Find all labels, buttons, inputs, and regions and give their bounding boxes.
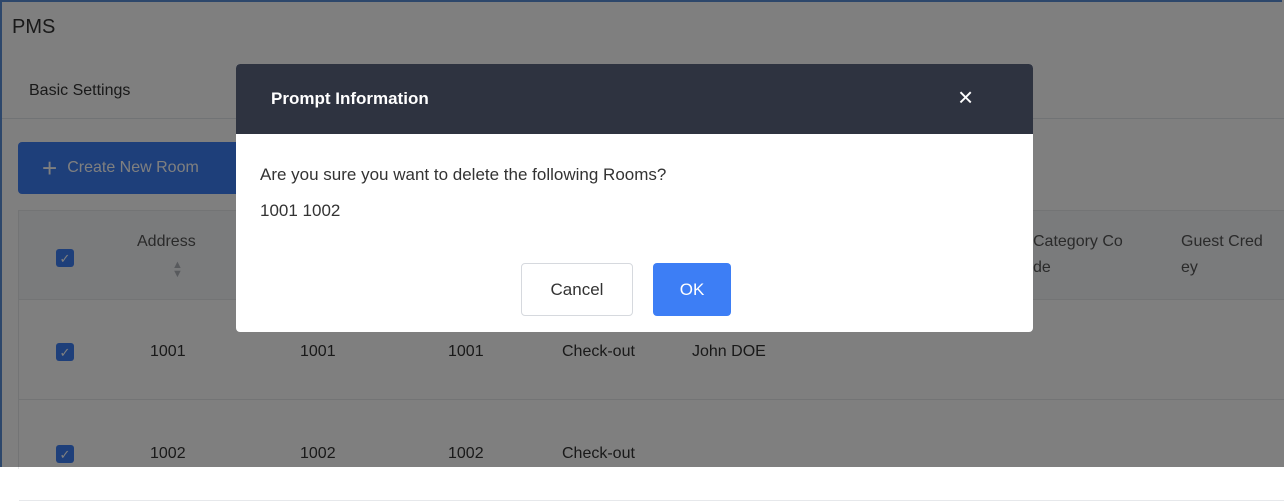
dialog-title: Prompt Information xyxy=(271,89,429,108)
dialog-header: Prompt Information × xyxy=(236,64,1033,134)
dialog-room-list: 1001 1002 xyxy=(260,201,341,220)
dialog-message: Are you sure you want to delete the foll… xyxy=(260,165,667,184)
prompt-dialog: Prompt Information × Are you sure you wa… xyxy=(236,64,1033,332)
close-icon[interactable]: × xyxy=(958,84,973,110)
ok-button[interactable]: OK xyxy=(653,263,731,316)
cancel-button[interactable]: Cancel xyxy=(521,263,633,316)
